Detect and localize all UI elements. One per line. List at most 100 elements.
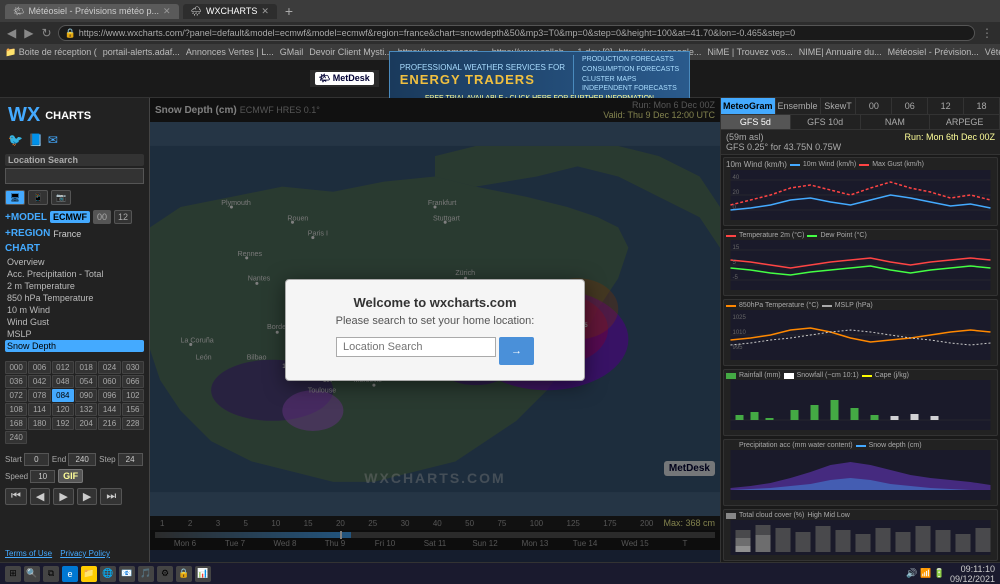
privacy-link[interactable]: Privacy Policy <box>60 549 110 558</box>
ts-180[interactable]: 180 <box>28 417 50 430</box>
skip-end-button[interactable]: ⏭ <box>100 488 122 505</box>
start-input[interactable] <box>24 453 49 466</box>
tab-18[interactable]: 18 <box>964 98 1000 114</box>
step-back-button[interactable]: ◀ <box>30 488 50 505</box>
ts-192[interactable]: 192 <box>52 417 74 430</box>
forward-button[interactable]: ▶ <box>22 26 35 40</box>
facebook-icon[interactable]: 📘 <box>28 133 43 147</box>
bookmark-meteosiel[interactable]: Météosiel - Prévision... <box>888 47 979 57</box>
modal-location-input[interactable] <box>336 337 496 357</box>
ts-156[interactable]: 156 <box>122 403 144 416</box>
view-desktop-button[interactable]: 🖥 <box>5 190 25 205</box>
bookmark-nime2[interactable]: NIME| Annuaire du... <box>799 47 882 57</box>
chart-10m-wind[interactable]: 10 m Wind <box>5 304 144 316</box>
chart-2m-temp[interactable]: 2 m Temperature <box>5 280 144 292</box>
taskview-button[interactable]: ⧉ <box>43 566 59 582</box>
ts-102[interactable]: 102 <box>122 389 144 402</box>
skip-start-button[interactable]: ⏮ <box>5 488 27 505</box>
ts-204[interactable]: 204 <box>75 417 97 430</box>
ts-000[interactable]: 000 <box>5 361 27 374</box>
close-tab-1-icon[interactable]: ✕ <box>163 6 171 17</box>
end-input[interactable] <box>68 453 96 466</box>
ts-060[interactable]: 060 <box>98 375 120 388</box>
tab-ensemble[interactable]: Ensemble <box>776 98 821 114</box>
ts-024[interactable]: 024 <box>98 361 120 374</box>
ts-084[interactable]: 084 <box>52 389 74 402</box>
browser-tab-meteosiel[interactable]: 🌤 Météosiel - Prévisions météo p... ✕ <box>5 4 179 19</box>
gif-button[interactable]: GIF <box>58 469 83 483</box>
chart-acc-precip[interactable]: Acc. Precipitation - Total <box>5 268 144 280</box>
ts-006[interactable]: 006 <box>28 361 50 374</box>
tab-skewt[interactable]: SkewT <box>821 98 857 114</box>
chart-850hpa[interactable]: 850 hPa Temperature <box>5 292 144 304</box>
tab-meteogram[interactable]: MeteoGram <box>721 98 776 114</box>
browser-tab-wxcharts[interactable]: 🌧 WXCHARTS ✕ <box>183 4 277 19</box>
search-taskbar-button[interactable]: 🔍 <box>24 566 40 582</box>
chart-snow-depth[interactable]: Snow Depth <box>5 340 144 352</box>
new-tab-button[interactable]: + <box>281 3 297 19</box>
region-label[interactable]: +REGION <box>5 228 50 239</box>
subtab-gfs5d[interactable]: GFS 5d <box>721 115 791 129</box>
view-mobile-button[interactable]: 📷 <box>51 190 71 205</box>
ts-090[interactable]: 090 <box>75 389 97 402</box>
ts-240[interactable]: 240 <box>5 431 27 444</box>
taskbar-app-5[interactable]: 🔒 <box>176 566 192 582</box>
taskbar-app-4[interactable]: ⚙ <box>157 566 173 582</box>
tab-12[interactable]: 12 <box>928 98 964 114</box>
ts-072[interactable]: 072 <box>5 389 27 402</box>
bookmark-annonces[interactable]: Annonces Vertes | L... <box>186 47 274 57</box>
taskbar-app-1[interactable]: 🌐 <box>100 566 116 582</box>
ts-132[interactable]: 132 <box>75 403 97 416</box>
ts-066[interactable]: 066 <box>122 375 144 388</box>
chart-wind-gust[interactable]: Wind Gust <box>5 316 144 328</box>
ts-144[interactable]: 144 <box>98 403 120 416</box>
close-tab-2-icon[interactable]: ✕ <box>261 6 269 17</box>
start-button[interactable]: ⊞ <box>5 566 21 582</box>
play-button[interactable]: ▶ <box>53 488 73 505</box>
location-search-input[interactable] <box>5 168 144 184</box>
terms-link[interactable]: Terms of Use <box>5 549 52 558</box>
modal-search-button[interactable]: → <box>499 337 534 365</box>
tab-00[interactable]: 00 <box>856 98 892 114</box>
speed-input[interactable] <box>30 470 55 483</box>
ts-216[interactable]: 216 <box>98 417 120 430</box>
ts-054[interactable]: 054 <box>75 375 97 388</box>
model-label[interactable]: +MODEL <box>5 212 47 223</box>
model-run-12[interactable]: 12 <box>114 210 132 224</box>
twitter-icon[interactable]: 🐦 <box>8 133 23 147</box>
ts-078[interactable]: 078 <box>28 389 50 402</box>
ts-042[interactable]: 042 <box>28 375 50 388</box>
reload-button[interactable]: ↻ <box>39 26 53 40</box>
ts-012[interactable]: 012 <box>52 361 74 374</box>
bookmark-portail[interactable]: portail-alerts.adaf... <box>103 47 180 57</box>
step-input[interactable] <box>118 453 143 466</box>
chart-overview[interactable]: Overview <box>5 256 144 268</box>
subtab-gfs10d[interactable]: GFS 10d <box>791 115 861 129</box>
ts-120[interactable]: 120 <box>52 403 74 416</box>
ts-096[interactable]: 096 <box>98 389 120 402</box>
model-run-00[interactable]: 00 <box>93 210 111 224</box>
extensions-button[interactable]: ⋮ <box>979 26 995 40</box>
bookmark-vets[interactable]: Vêtements Rêles | M... <box>985 47 1000 57</box>
taskbar-app-3[interactable]: 🎵 <box>138 566 154 582</box>
mail-icon[interactable]: ✉ <box>48 133 58 147</box>
explorer-button[interactable]: 📁 <box>81 566 97 582</box>
subtab-arpege[interactable]: ARPEGE <box>930 115 1000 129</box>
taskbar-app-6[interactable]: 📊 <box>195 566 211 582</box>
step-forward-button[interactable]: ▶ <box>77 488 97 505</box>
ts-114[interactable]: 114 <box>28 403 50 416</box>
ts-018[interactable]: 018 <box>75 361 97 374</box>
bookmark-nime[interactable]: NiME | Trouvez vos... <box>707 47 792 57</box>
subtab-nam[interactable]: NAM <box>861 115 931 129</box>
bookmark-inbox[interactable]: 📁 Boite de réception ( <box>5 47 97 58</box>
url-bar[interactable]: 🔒 https://www.wxcharts.com/?panel=defaul… <box>58 25 975 41</box>
ts-030[interactable]: 030 <box>122 361 144 374</box>
ts-036[interactable]: 036 <box>5 375 27 388</box>
edge-button[interactable]: e <box>62 566 78 582</box>
bookmark-gmail[interactable]: GMail <box>280 47 304 57</box>
ts-048[interactable]: 048 <box>52 375 74 388</box>
back-button[interactable]: ◀ <box>5 26 18 40</box>
ts-168[interactable]: 168 <box>5 417 27 430</box>
ts-108[interactable]: 108 <box>5 403 27 416</box>
view-tablet-button[interactable]: 📱 <box>28 190 48 205</box>
